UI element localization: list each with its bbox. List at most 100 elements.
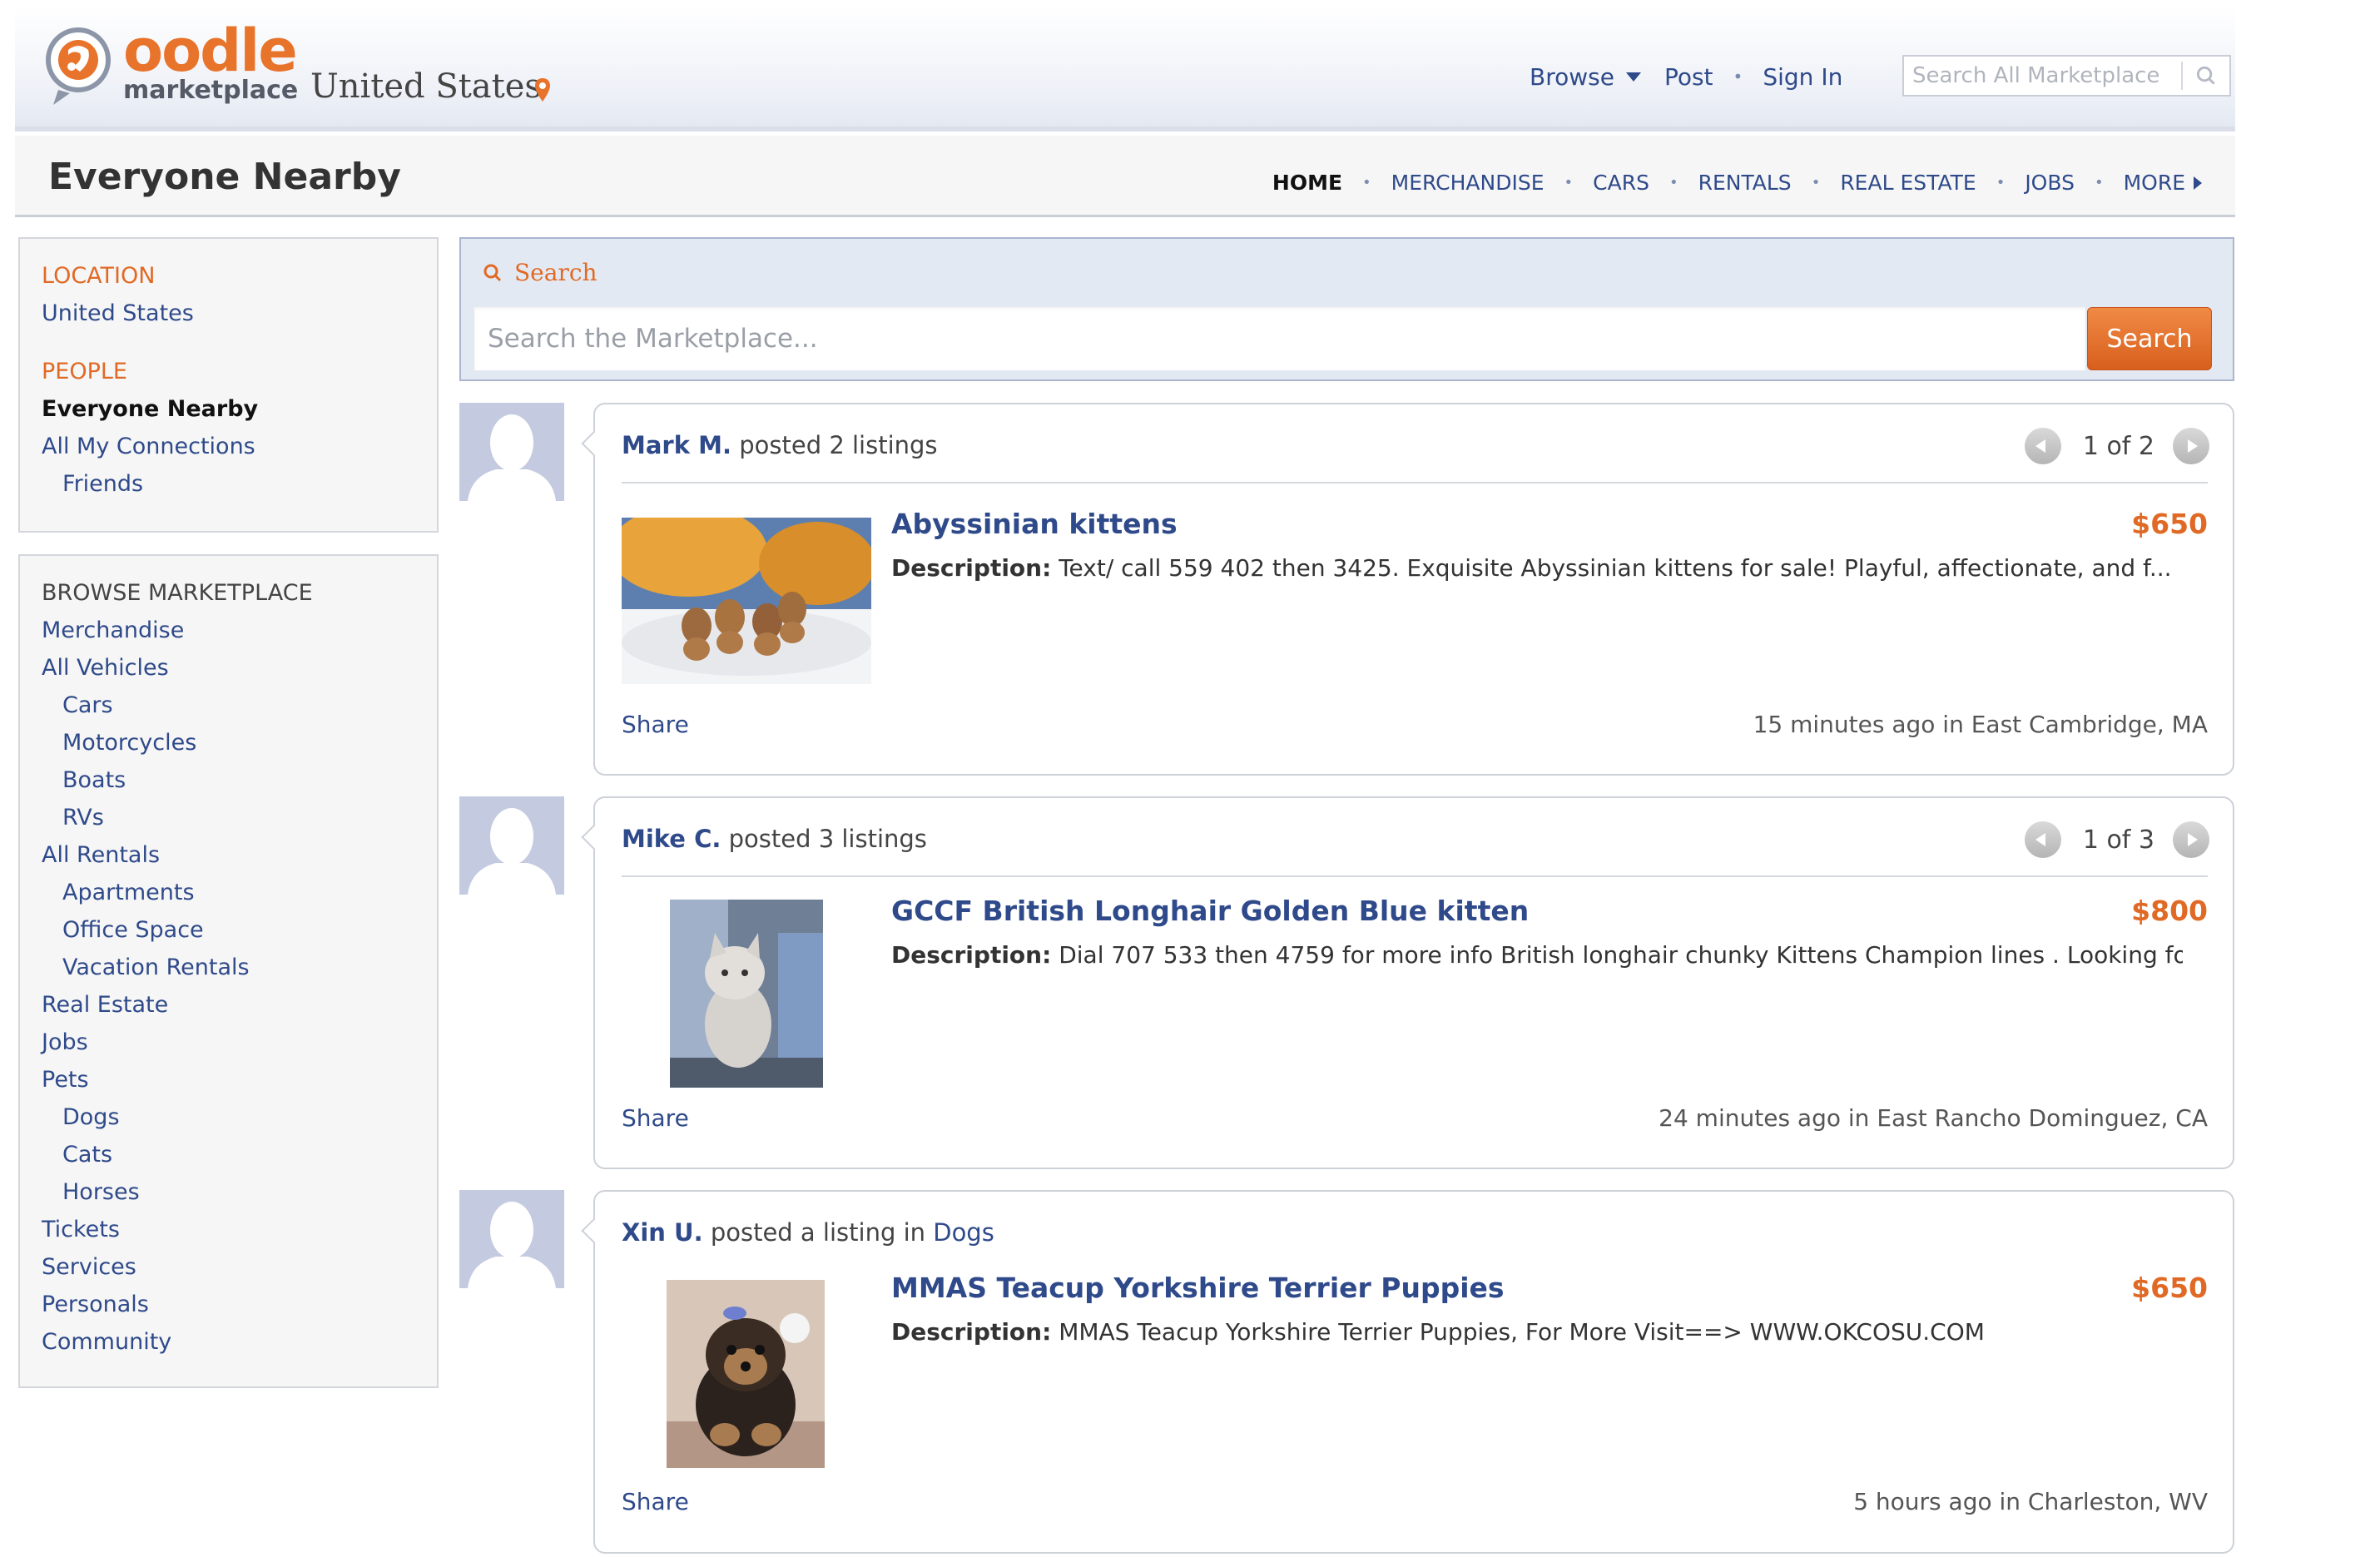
share-link[interactable]: Share — [622, 1104, 689, 1132]
tab-jobs[interactable]: JOBS — [2025, 171, 2075, 195]
sidebar-item-tickets[interactable]: Tickets — [42, 1211, 313, 1248]
sidebar-heading-people: PEOPLE — [42, 359, 127, 384]
previous-arrow-icon[interactable] — [2024, 821, 2061, 858]
search-icon[interactable] — [2181, 62, 2229, 90]
poster-name-link[interactable]: Mark M. — [622, 431, 731, 459]
header-search-input[interactable] — [1904, 57, 2179, 95]
listing-description: Description: MMAS Teacup Yorkshire Terri… — [891, 1318, 2183, 1346]
nav-separator: • — [1668, 174, 1678, 191]
sidebar-item-vacation-rentals[interactable]: Vacation Rentals — [42, 949, 313, 986]
nav-separator: • — [1733, 67, 1743, 87]
sidebar-item-rvs[interactable]: RVs — [42, 799, 313, 836]
sidebar-item-services[interactable]: Services — [42, 1248, 313, 1286]
nav-separator: • — [1996, 174, 2006, 191]
marketplace-search-input[interactable] — [474, 307, 2085, 370]
description-text: Text/ call 559 402 then 3425. Exquisite … — [1059, 554, 2172, 582]
previous-arrow-icon[interactable] — [2024, 428, 2061, 464]
browse-link[interactable]: Browse — [1530, 63, 1614, 91]
kittens-photo-icon — [622, 518, 871, 684]
sidebar-item-personals[interactable]: Personals — [42, 1286, 313, 1323]
listing-pager: 1 of 2 — [2024, 428, 2209, 464]
sidebar-item-all-my-connections[interactable]: All My Connections — [42, 428, 258, 465]
description-text: Dial 707 533 then 4759 for more info Bri… — [1059, 941, 2183, 969]
sidebar-item-apartments[interactable]: Apartments — [42, 874, 313, 911]
pager-count: 1 of 2 — [2082, 431, 2154, 461]
sidebar-item-pets[interactable]: Pets — [42, 1061, 313, 1098]
listing-title-link[interactable]: MMAS Teacup Yorkshire Terrier Puppies — [891, 1272, 1505, 1304]
sidebar-heading-location: LOCATION — [42, 263, 156, 289]
avatar[interactable] — [459, 796, 564, 895]
avatar[interactable] — [459, 403, 564, 501]
sidebar-item-friends[interactable]: Friends — [42, 465, 258, 503]
tab-real-estate[interactable]: REAL ESTATE — [1840, 171, 1976, 195]
search-button[interactable]: Search — [2087, 307, 2212, 370]
caret-right-icon[interactable] — [2194, 176, 2202, 190]
location-pin-icon[interactable] — [533, 77, 553, 103]
sidebar-item-dogs[interactable]: Dogs — [42, 1098, 313, 1136]
avatar[interactable] — [459, 1190, 564, 1288]
sign-in-link[interactable]: Sign In — [1763, 63, 1842, 91]
sidebar-item-boats[interactable]: Boats — [42, 761, 313, 799]
post-action-text: posted a listing in — [710, 1218, 926, 1247]
default-avatar-icon — [459, 403, 564, 501]
default-avatar-icon — [459, 796, 564, 895]
nav-separator: • — [1811, 174, 1821, 191]
top-nav: Browse Post • Sign In — [1530, 62, 1842, 92]
poster-name-link[interactable]: Xin U. — [622, 1218, 703, 1247]
listing-description: Description: Text/ call 559 402 then 342… — [891, 554, 2183, 582]
sidebar-item-merchandise[interactable]: Merchandise — [42, 612, 313, 649]
sidebar-item-everyone-nearby[interactable]: Everyone Nearby — [42, 390, 258, 428]
sidebar-item-cats[interactable]: Cats — [42, 1136, 313, 1173]
post-link[interactable]: Post — [1664, 63, 1713, 91]
description-label: Description: — [891, 554, 1052, 582]
sidebar-item-real-estate[interactable]: Real Estate — [42, 986, 313, 1024]
sidebar-location-box: LOCATION United States PEOPLE Everyone N… — [18, 237, 439, 533]
listing-pager: 1 of 3 — [2024, 821, 2209, 858]
oodle-logo-icon[interactable] — [43, 25, 113, 108]
divider — [622, 875, 2208, 877]
card-header: Mike C. posted 3 listings — [622, 825, 927, 853]
listing-title-link[interactable]: Abyssinian kittens — [891, 508, 1178, 540]
tab-merchandise[interactable]: MERCHANDISE — [1391, 171, 1545, 195]
listing-thumbnail[interactable] — [670, 900, 823, 1088]
feed-card: Mike C. posted 3 listings 1 of 3 GCCF Br… — [593, 796, 2234, 1169]
default-avatar-icon — [459, 1190, 564, 1288]
sidebar-item-motorcycles[interactable]: Motorcycles — [42, 724, 313, 761]
search-panel-label: Search — [514, 259, 597, 286]
share-link[interactable]: Share — [622, 1488, 689, 1515]
card-header: Mark M. posted 2 listings — [622, 431, 938, 459]
sidebar-item-united-states[interactable]: United States — [42, 295, 258, 332]
pager-count: 1 of 3 — [2082, 825, 2154, 855]
sidebar-item-community[interactable]: Community — [42, 1323, 313, 1361]
tab-home[interactable]: HOME — [1272, 171, 1342, 195]
tab-more[interactable]: MORE — [2124, 171, 2185, 195]
post-action-text: posted 3 listings — [728, 825, 927, 853]
page-title: Everyone Nearby — [48, 156, 401, 198]
caret-down-icon[interactable] — [1625, 72, 1641, 82]
sidebar-item-horses[interactable]: Horses — [42, 1173, 313, 1211]
listing-title-link[interactable]: GCCF British Longhair Golden Blue kitten — [891, 895, 1529, 927]
feed-card: Mark M. posted 2 listings 1 of 2 Abyssin… — [593, 403, 2234, 776]
sidebar-item-office-space[interactable]: Office Space — [42, 911, 313, 949]
description-label: Description: — [891, 1318, 1052, 1346]
post-action-text: posted 2 listings — [739, 431, 938, 459]
divider — [622, 482, 2208, 483]
sidebar-item-all-rentals[interactable]: All Rentals — [42, 836, 313, 874]
next-arrow-icon[interactable] — [2173, 821, 2209, 858]
category-link-dogs[interactable]: Dogs — [933, 1218, 994, 1247]
logo-subtitle[interactable]: marketplace — [123, 78, 298, 103]
sidebar-item-jobs[interactable]: Jobs — [42, 1024, 313, 1061]
listing-thumbnail[interactable] — [622, 518, 871, 684]
next-arrow-icon[interactable] — [2173, 428, 2209, 464]
listing-price: $650 — [2131, 508, 2208, 540]
sidebar-item-cars[interactable]: Cars — [42, 687, 313, 724]
listing-thumbnail[interactable] — [667, 1280, 825, 1468]
tab-cars[interactable]: CARS — [1593, 171, 1649, 195]
logo-wordmark[interactable]: oodle — [123, 22, 298, 80]
share-link[interactable]: Share — [622, 711, 689, 738]
sidebar-browse-box: BROWSE MARKETPLACE Merchandise All Vehic… — [18, 554, 439, 1388]
sidebar-item-all-vehicles[interactable]: All Vehicles — [42, 649, 313, 687]
poster-name-link[interactable]: Mike C. — [622, 825, 721, 853]
tab-rentals[interactable]: RENTALS — [1698, 171, 1792, 195]
header-location[interactable]: United States — [310, 70, 542, 103]
